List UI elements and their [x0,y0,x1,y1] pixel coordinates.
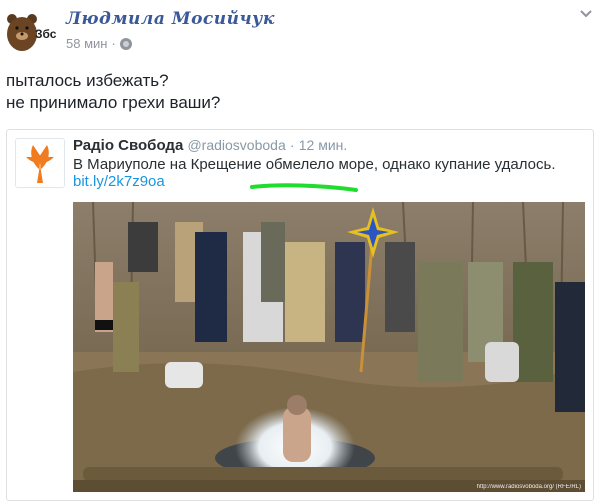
post-meta: 58 мин · [66,36,132,51]
tweet-source[interactable]: Радіо Свобода @radiosvoboda · 12 мин. [73,137,347,154]
time-separator: · [289,137,295,153]
avatar-caption: Збс [35,27,57,41]
tweet-time[interactable]: 12 мин. [299,137,348,153]
bear-icon: Збс [6,12,58,52]
post-text: пыталось избежать? не принимало грехи ва… [6,70,220,114]
avatar[interactable]: Збс [6,12,58,52]
post-line: пыталось избежать? [6,71,169,90]
radio-svoboda-logo-mark [26,145,54,183]
radio-svoboda-logo[interactable] [15,138,65,188]
tweet-text: В Мариуполе на Крещение обмелело море, о… [73,156,556,173]
post-line: не принимало грехи ваши? [6,93,221,112]
photo-credit: http://www.radiosvoboda.org/ (RFE/RL) [476,484,581,490]
post-time[interactable]: 58 мин [66,36,107,51]
photo-scene [73,202,585,492]
post-header: Збс Людмила Мосийчук 58 мин · [0,0,604,62]
globe-icon[interactable] [119,37,132,50]
tweet-photo[interactable]: http://www.radiosvoboda.org/ (RFE/RL) [73,202,585,492]
source-handle[interactable]: @radiosvoboda [187,137,285,153]
chevron-down-icon[interactable] [578,6,594,22]
meta-separator: · [111,36,116,51]
tweet-link[interactable]: bit.ly/2k7z9oa [73,173,165,190]
green-highlight-underline [250,183,358,192]
post-author[interactable]: Людмила Мосийчук [66,9,275,29]
source-name[interactable]: Радіо Свобода [73,137,183,154]
